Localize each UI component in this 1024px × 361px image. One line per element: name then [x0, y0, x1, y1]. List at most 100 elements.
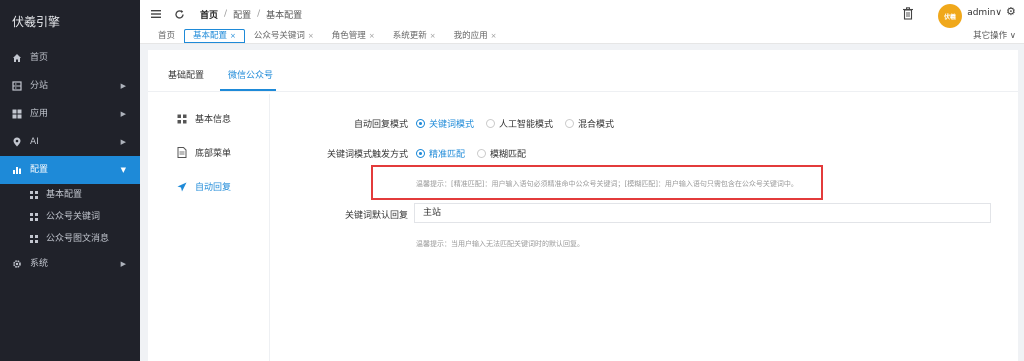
sidebar-item-substation[interactable]: 分站 ▶: [0, 72, 140, 100]
tab-label: 基本配置: [193, 30, 228, 41]
trigger-mode-radio-group: 精准匹配 模糊匹配: [416, 147, 538, 160]
tab-role-management[interactable]: 角色管理 ×: [323, 29, 384, 43]
default-reply-hint: 温馨提示：当用户输入无法匹配关键词时的默认回复。: [416, 240, 584, 248]
grid-icon: [30, 191, 38, 199]
sidebar-item-label: 应用: [30, 109, 49, 119]
chevron-right-icon: ▶: [120, 110, 126, 118]
trigger-mode-hint: 温馨提示：[精准匹配]：用户输入语句必须精准命中公众号关键词；[模糊匹配]：用户…: [416, 180, 798, 188]
sidebar: 伏羲引擎 首页 分站 ▶ 应用 ▶ AI ▶ 配置 ▼ 基本配置 公众号关键词 …: [0, 0, 140, 361]
grid-icon: [176, 113, 187, 124]
tab-home[interactable]: 首页: [140, 29, 184, 43]
nav-label: 底部菜单: [195, 149, 232, 159]
tab-keywords[interactable]: 公众号关键词 ×: [245, 29, 323, 43]
breadcrumb-current: 基本配置: [266, 10, 303, 21]
tab-label: 首页: [158, 30, 176, 41]
tab-basic-settings[interactable]: 基础配置: [168, 68, 204, 81]
tab-label: 公众号关键词: [253, 30, 305, 41]
avatar[interactable]: 伏羲: [938, 4, 962, 28]
content-panel: 基础配置 微信公众号 基本信息 底部菜单 自动回复 自动回复模式 关键词模式 人…: [148, 50, 1018, 361]
breadcrumb-config[interactable]: 配置: [233, 8, 251, 21]
radio-keyword-mode[interactable]: 关键词模式: [416, 117, 474, 130]
radio-label: 混合模式: [578, 120, 615, 130]
radio-label: 人工智能模式: [499, 120, 554, 130]
sidebar-subitem-label: 公众号关键词: [46, 212, 101, 222]
radio-dot: [416, 119, 425, 128]
tab-label: 角色管理: [331, 30, 366, 41]
breadcrumb-separator: /: [257, 9, 261, 19]
radio-label: 模糊匹配: [490, 150, 527, 160]
nav-bottom-menu[interactable]: 底部菜单: [176, 146, 231, 159]
radio-dot: [565, 119, 575, 128]
nav-basic-info[interactable]: 基本信息: [176, 112, 231, 125]
breadcrumb: 首页 / 配置 / 基本配置: [200, 8, 302, 21]
other-actions-dropdown[interactable]: 其它操作 ∨: [973, 29, 1016, 41]
refresh-icon[interactable]: [172, 7, 186, 21]
sidebar-subitem-basic-config[interactable]: 基本配置: [0, 184, 140, 206]
chevron-down-icon: ∨: [995, 8, 1002, 18]
radio-exact-match[interactable]: 精准匹配: [416, 147, 465, 160]
radio-dot: [416, 149, 425, 158]
apps-icon: [12, 109, 22, 119]
menu-toggle-icon[interactable]: [149, 7, 163, 21]
trash-icon[interactable]: [902, 7, 914, 20]
close-icon[interactable]: ×: [308, 30, 314, 43]
sidebar-item-label: AI: [30, 137, 39, 147]
active-tab-underline: [220, 89, 276, 91]
server-icon: [12, 81, 22, 91]
default-reply-input[interactable]: 主站: [414, 203, 991, 223]
sidebar-item-label: 分站: [30, 81, 49, 91]
sidebar-item-system[interactable]: 系统 ▶: [0, 250, 140, 278]
chevron-down-icon: ▼: [120, 166, 126, 174]
close-icon[interactable]: ×: [491, 30, 497, 43]
tab-wechat-official[interactable]: 微信公众号: [228, 68, 273, 81]
close-icon[interactable]: ×: [230, 30, 236, 43]
radio-fuzzy-match[interactable]: 模糊匹配: [477, 147, 526, 160]
default-reply-label: 关键词默认回复: [344, 211, 408, 221]
home-icon: [12, 53, 22, 63]
reply-mode-radio-group: 关键词模式 人工智能模式 混合模式: [416, 117, 626, 130]
tab-my-apps[interactable]: 我的应用 ×: [445, 29, 506, 43]
nav-label: 自动回复: [195, 183, 232, 193]
sidebar-subitem-label: 公众号图文消息: [46, 234, 110, 244]
breadcrumb-home[interactable]: 首页: [200, 8, 218, 21]
gear-icon: [12, 259, 22, 269]
radio-dot: [486, 119, 496, 128]
settings-gear-icon[interactable]: ⚙: [1006, 6, 1018, 18]
pin-icon: [12, 137, 22, 147]
sidebar-subitem-label: 基本配置: [46, 190, 83, 200]
radio-mixed-mode[interactable]: 混合模式: [565, 117, 614, 130]
tab-label: 我的应用: [453, 30, 488, 41]
sidebar-item-label: 首页: [30, 53, 49, 63]
open-tabs-bar: 首页 基本配置 × 公众号关键词 × 角色管理 × 系统更新 × 我的应用 × …: [140, 28, 1024, 44]
radio-ai-mode[interactable]: 人工智能模式: [486, 117, 553, 130]
tab-system-update[interactable]: 系统更新 ×: [384, 29, 445, 43]
tab-basic-config[interactable]: 基本配置 ×: [184, 29, 245, 43]
sidebar-item-config[interactable]: 配置 ▼: [0, 156, 140, 184]
user-menu[interactable]: admin∨: [967, 8, 1002, 18]
sidebar-item-label: 系统: [30, 259, 49, 269]
sidebar-item-apps[interactable]: 应用 ▶: [0, 100, 140, 128]
nav-auto-reply[interactable]: 自动回复: [176, 180, 231, 193]
settings-left-nav: 基本信息 底部菜单 自动回复: [148, 94, 270, 361]
close-icon[interactable]: ×: [369, 30, 375, 43]
top-header: 首页 / 配置 / 基本配置 伏羲 admin∨ ⚙: [140, 0, 1024, 28]
brand-title: 伏羲引擎: [0, 0, 140, 44]
reply-mode-label: 自动回复模式: [353, 120, 408, 130]
document-icon: [176, 147, 187, 158]
chevron-right-icon: ▶: [120, 82, 126, 90]
username: admin: [967, 8, 996, 18]
sidebar-item-home[interactable]: 首页: [0, 44, 140, 72]
panel-tabs: 基础配置 微信公众号: [148, 50, 1018, 92]
sidebar-item-label: 配置: [30, 165, 49, 175]
tab-label: 系统更新: [392, 30, 427, 41]
send-icon: [176, 181, 187, 192]
grid-icon: [30, 235, 38, 243]
sidebar-subitem-articles[interactable]: 公众号图文消息: [0, 228, 140, 250]
breadcrumb-separator: /: [224, 9, 228, 19]
radio-label: 关键词模式: [429, 120, 475, 130]
sidebar-item-ai[interactable]: AI ▶: [0, 128, 140, 156]
close-icon[interactable]: ×: [430, 30, 436, 43]
sidebar-subitem-keywords[interactable]: 公众号关键词: [0, 206, 140, 228]
nav-label: 基本信息: [195, 115, 232, 125]
trigger-mode-label: 关键词模式触发方式: [326, 150, 408, 160]
